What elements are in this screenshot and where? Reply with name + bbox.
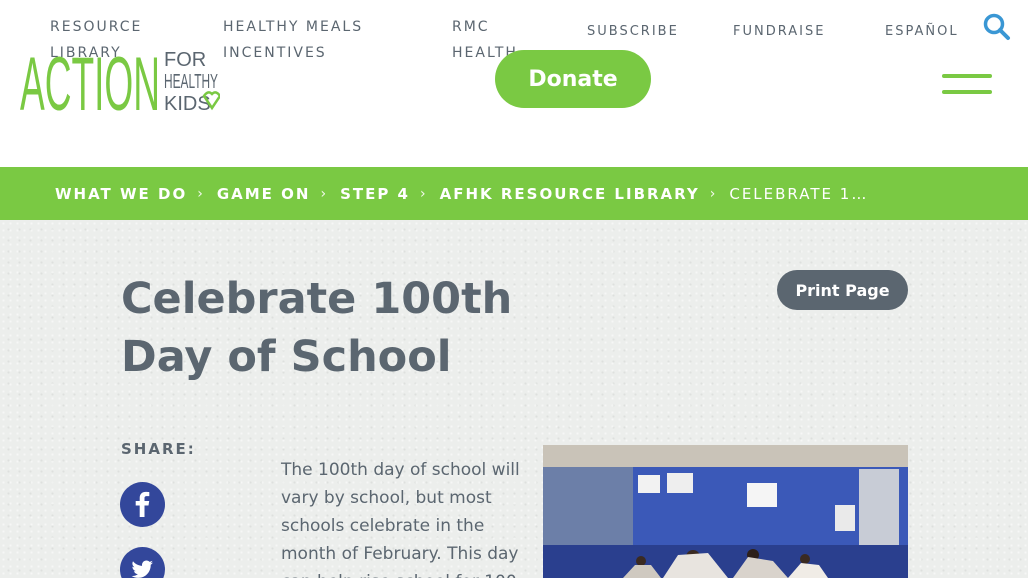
menu-button[interactable] xyxy=(942,70,994,102)
subscribe-link[interactable]: SUBSCRIBE xyxy=(587,24,679,39)
search-button[interactable] xyxy=(982,12,1012,42)
article-body: The 100th day of school will vary by sch… xyxy=(281,460,520,578)
breadcrumb-current-page: CELEBRATE 100TH DAY OF SCHOOL xyxy=(729,184,869,203)
classroom-photo xyxy=(543,445,908,578)
breadcrumb-afhk-resource-library[interactable]: AFHK RESOURCE LIBRARY xyxy=(440,185,700,203)
chevron-right-icon: › xyxy=(197,185,203,202)
menu-icon-bar-top xyxy=(942,74,992,78)
nav-healthy-meals-incentives[interactable]: HEALTHY MEALS INCENTIVES xyxy=(223,14,383,66)
chevron-right-icon: › xyxy=(420,185,426,202)
chevron-right-icon: › xyxy=(320,185,327,202)
donate-button[interactable]: Donate xyxy=(495,50,651,108)
search-icon xyxy=(983,13,1010,40)
espanol-link[interactable]: ESPAÑOL xyxy=(885,24,959,39)
fundraise-link[interactable]: FUNDRAISE xyxy=(733,24,825,39)
facebook-icon xyxy=(135,491,150,517)
chevron-right-icon: › xyxy=(709,185,716,202)
print-page-button[interactable]: Print Page xyxy=(777,270,908,310)
facebook-share-button[interactable] xyxy=(120,482,165,527)
breadcrumb-what-we-do[interactable]: WHAT WE DO xyxy=(55,185,187,203)
breadcrumb-game-on[interactable]: GAME ON xyxy=(217,185,311,203)
twitter-icon xyxy=(131,560,153,578)
twitter-share-button[interactable] xyxy=(120,547,165,578)
breadcrumb-step-4[interactable]: STEP 4 xyxy=(340,185,410,203)
breadcrumb: WHAT WE DO › GAME ON › STEP 4 › AFHK RES… xyxy=(0,167,1028,220)
menu-icon-bar-bottom xyxy=(942,90,992,94)
nav-resource-library[interactable]: RESOURCE LIBRARY xyxy=(50,14,180,66)
site-header: ACTION FOR HEALTHY KIDS RESOURCE LIBRARY… xyxy=(0,0,1028,167)
share-label: SHARE: xyxy=(121,440,196,458)
main-content: Celebrate 100th Day of School Print Page… xyxy=(0,220,1028,578)
page-title: Celebrate 100th Day of School xyxy=(121,274,513,382)
svg-text:HEALTHY: HEALTHY xyxy=(164,71,218,93)
classroom-photo-image xyxy=(543,445,908,578)
